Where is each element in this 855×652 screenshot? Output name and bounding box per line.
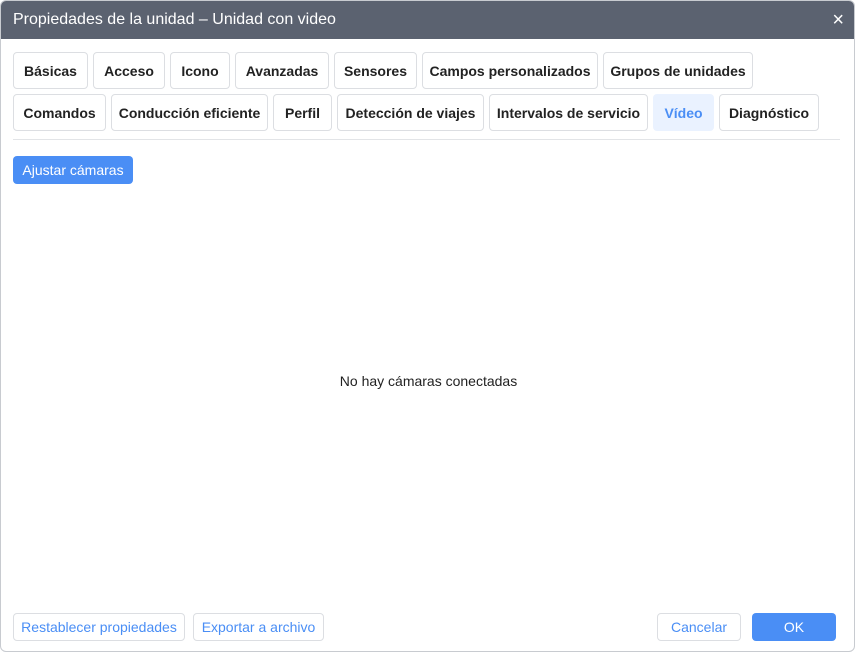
cancel-button[interactable]: Cancelar [657,613,741,641]
tab-acceso[interactable]: Acceso [93,52,165,89]
dialog-title: Propiedades de la unidad – Unidad con vi… [13,11,336,28]
tab-comandos[interactable]: Comandos [13,94,106,131]
tab-deteccion-de-viajes[interactable]: Detección de viajes [337,94,484,131]
tabs-divider [13,139,840,140]
reset-properties-button[interactable]: Restablecer propiedades [13,613,185,641]
adjust-cameras-button[interactable]: Ajustar cámaras [13,156,133,184]
unit-properties-dialog: Propiedades de la unidad – Unidad con vi… [0,0,855,652]
tab-diagnostico[interactable]: Diagnóstico [719,94,819,131]
export-to-file-button[interactable]: Exportar a archivo [193,613,324,641]
tab-icono[interactable]: Icono [170,52,230,89]
dialog-titlebar: Propiedades de la unidad – Unidad con vi… [1,1,854,39]
tab-sensores[interactable]: Sensores [334,52,417,89]
tab-campos-personalizados[interactable]: Campos personalizados [422,52,598,89]
tabs-row-1: Básicas Acceso Icono Avanzadas Sensores … [13,52,753,89]
tab-video[interactable]: Vídeo [653,94,714,131]
tabs-row-2: Comandos Conducción eficiente Perfil Det… [13,94,819,131]
tab-avanzadas[interactable]: Avanzadas [235,52,329,89]
ok-button[interactable]: OK [752,613,836,641]
tab-basicas[interactable]: Básicas [13,52,88,89]
close-icon[interactable]: × [832,1,844,39]
tab-conduccion-eficiente[interactable]: Conducción eficiente [111,94,268,131]
tab-grupos-de-unidades[interactable]: Grupos de unidades [603,52,753,89]
tab-intervalos-de-servicio[interactable]: Intervalos de servicio [489,94,648,131]
empty-message: No hay cámaras conectadas [339,373,518,389]
tab-perfil[interactable]: Perfil [273,94,332,131]
